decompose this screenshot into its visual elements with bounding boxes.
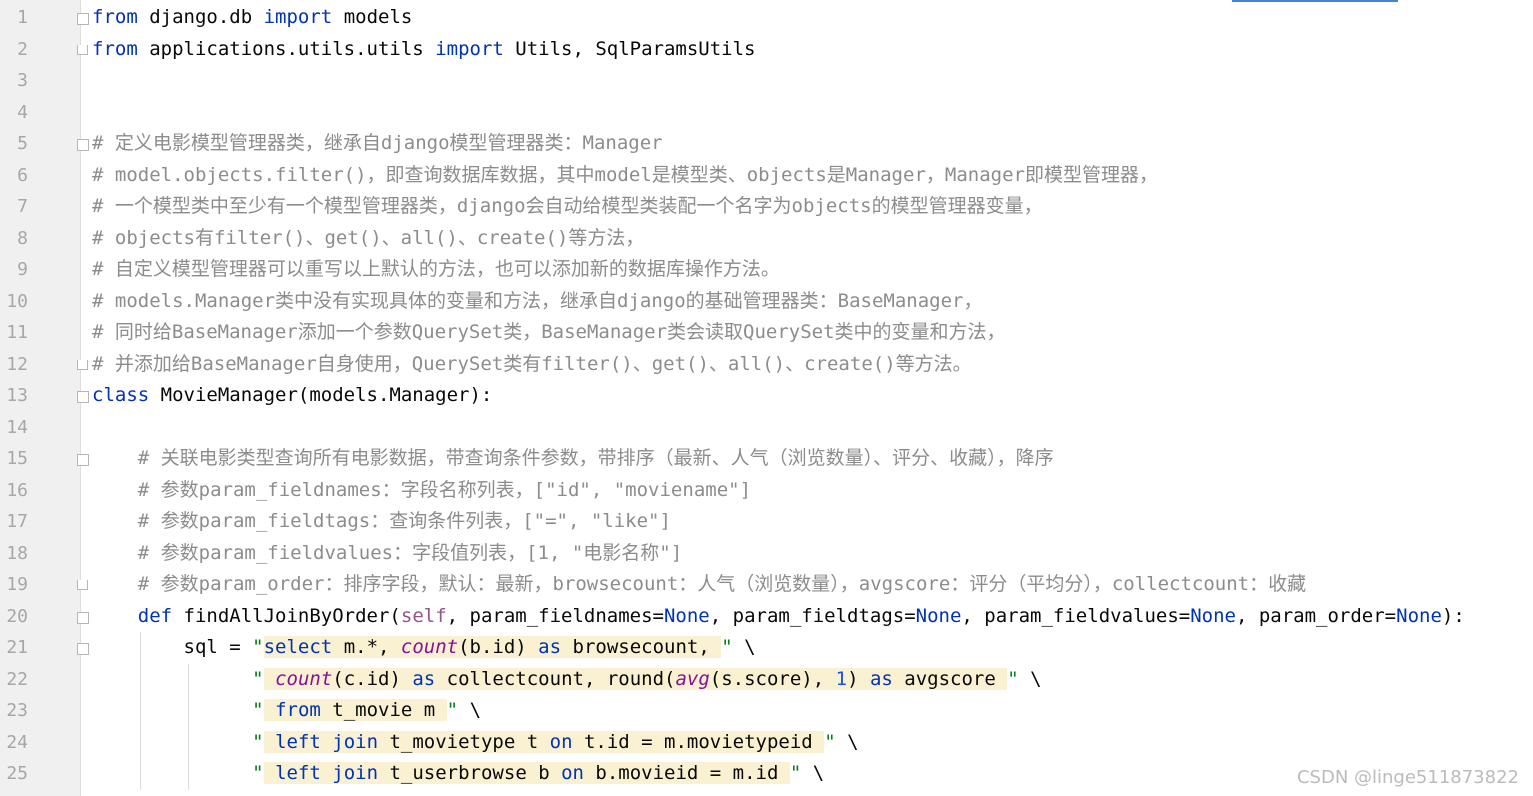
line-number: 23 [6,700,28,721]
code-line[interactable]: # objects有filter()、get()、all()、create()等… [92,223,644,255]
code-line[interactable]: " count(c.id) as collectcount, round(avg… [92,664,1042,696]
line-number: 7 [17,196,28,217]
fold-marker-icon[interactable] [77,139,89,151]
line-number: 16 [6,479,28,501]
indent-guide [140,632,141,790]
line-number: 2 [17,38,28,60]
code-line[interactable]: # 定义电影模型管理器类，继承自django模型管理器类：Manager [92,128,663,160]
line-number: 11 [6,322,28,343]
watermark: CSDN @linge511873822 [1296,767,1519,788]
code-line[interactable]: from applications.utils.utils import Uti… [92,34,756,66]
line-number: 15 [6,448,28,469]
code-line[interactable]: # 参数param_fieldnames：字段名称列表，["id", "movi… [92,475,751,507]
line-number: 24 [6,731,28,753]
code-line[interactable]: # 关联电影类型查询所有电影数据，带查询条件参数，带排序（最新、人气（浏览数量）… [92,443,1054,475]
code-line[interactable]: sql = "select m.*, count(b.id) as browse… [92,632,756,664]
line-number: 3 [17,70,28,91]
line-number: 19 [6,574,28,595]
indent-guide [188,663,189,790]
line-number: 22 [6,668,28,690]
line-number: 10 [6,290,28,312]
code-line[interactable]: # 参数param_fieldtags：查询条件列表，["=", "like"] [92,506,671,538]
line-number: 9 [17,259,28,280]
code-line[interactable]: # 参数param_order：排序字段，默认：最新，browsecount：人… [92,569,1306,601]
fold-marker-icon[interactable] [77,391,89,403]
line-number: 13 [6,385,28,406]
line-number: 14 [6,416,28,438]
fold-marker-icon[interactable] [77,13,89,25]
line-number: 20 [6,605,28,627]
line-number: 12 [6,353,28,375]
code-line[interactable]: # 一个模型类中至少有一个模型管理器类，django会自动给模型类装配一个名字为… [92,191,1043,223]
line-number: 6 [17,164,28,186]
fold-marker-icon[interactable] [77,611,89,624]
tab-accent-bar [1232,0,1398,2]
code-line[interactable]: # 同时给BaseManager添加一个参数QuerySet类，BaseMana… [92,317,1006,349]
line-number: 1 [17,7,28,28]
fold-marker-icon[interactable] [77,44,88,55]
line-number: 21 [6,637,28,658]
line-number: 17 [6,511,28,532]
fold-marker-icon[interactable] [77,454,89,466]
code-line[interactable]: " left join t_userbrowse b on b.movieid … [92,758,824,790]
line-number: 5 [17,133,28,154]
fold-marker-icon[interactable] [77,359,88,370]
code-line[interactable]: # model.objects.filter()，即查询数据库数据，其中mode… [92,160,1158,192]
line-number: 25 [6,763,28,784]
code-line[interactable]: # 参数param_fieldvalues：字段值列表，[1, "电影名称"] [92,538,682,570]
fold-marker-icon[interactable] [77,643,89,655]
code-line[interactable]: # 并添加给BaseManager自身使用，QuerySet类有filter()… [92,349,972,381]
code-line[interactable]: def findAllJoinByOrder(self, param_field… [92,601,1465,633]
line-number: 4 [17,101,28,123]
fold-marker-icon[interactable] [77,580,88,590]
code-line[interactable]: class MovieManager(models.Manager): [92,380,492,412]
code-line[interactable]: " left join t_movietype t on t.id = m.mo… [92,727,859,759]
line-number: 8 [17,227,28,249]
code-line[interactable]: from django.db import models [92,2,412,34]
line-number: 18 [6,542,28,564]
code-line[interactable]: # models.Manager类中没有实现具体的变量和方法，继承自django… [92,286,983,318]
code-line[interactable]: # 自定义模型管理器可以重写以上默认的方法，也可以添加新的数据库操作方法。 [92,254,780,286]
code-line[interactable]: " from t_movie m " \ [92,695,481,727]
